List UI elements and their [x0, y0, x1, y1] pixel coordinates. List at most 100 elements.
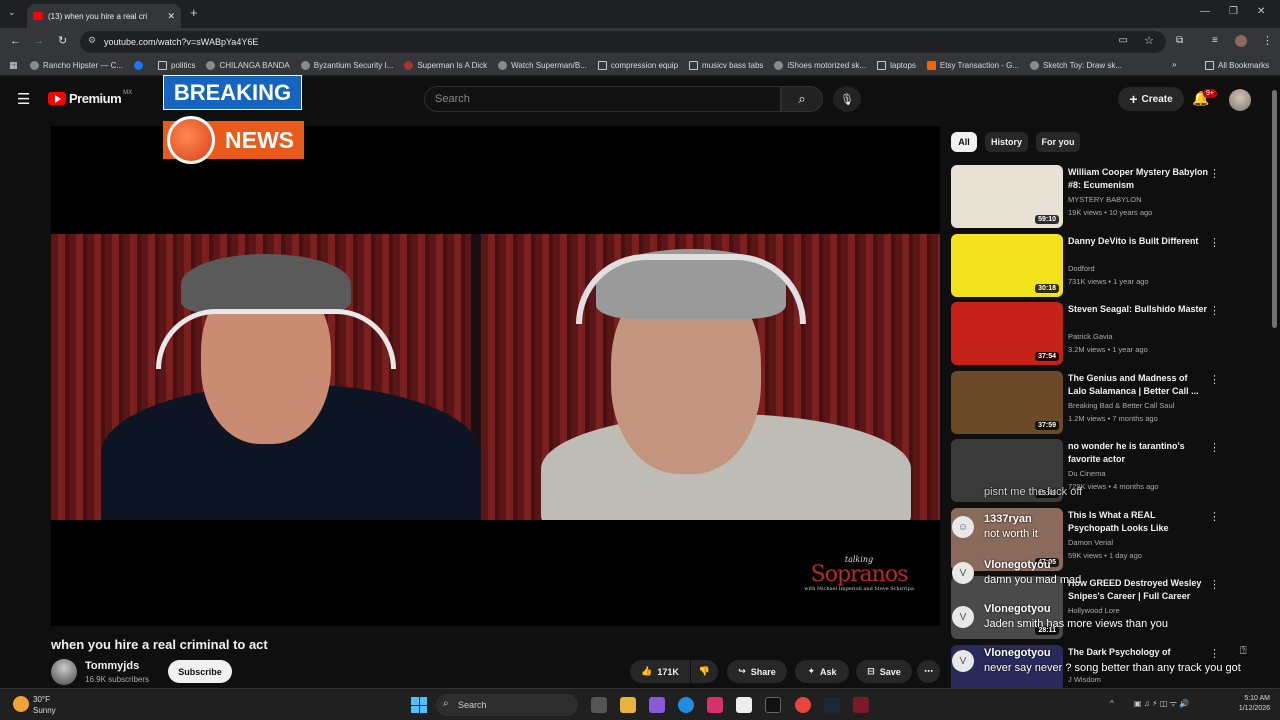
recommendation-title[interactable]: Danny DeVito is Built Different [1068, 235, 1208, 248]
page-scrollbar[interactable] [1272, 90, 1277, 328]
weather-widget[interactable]: 30°F Sunny [33, 694, 56, 716]
bookmark-item[interactable]: Superman Is A Dick [404, 61, 487, 70]
bookmark-item[interactable]: Etsy Transaction - G... [926, 61, 1019, 70]
search-input[interactable]: Search [424, 86, 781, 112]
back-icon[interactable]: ← [10, 35, 21, 47]
system-clock[interactable]: 5:10 AM 1/12/2026 [1226, 694, 1270, 714]
bookmark-item[interactable] [134, 61, 147, 70]
browser-menu-icon[interactable]: ⋮ [1262, 34, 1273, 47]
more-options-icon[interactable]: ⋮ [1209, 236, 1220, 249]
recommendation-title[interactable]: The Genius and Madness of Lalo Salamanca… [1068, 372, 1208, 398]
bookmark-item[interactable]: musicv bass tabs [689, 61, 763, 70]
recommendation-channel[interactable]: Du Cinema [1068, 469, 1106, 478]
recommendation-item[interactable]: 30:18 Danny DeVito is Built Different Dodf… [951, 233, 1264, 298]
tray-overflow-icon[interactable]: ^ [1110, 699, 1114, 708]
site-info-icon[interactable]: ⚙ [88, 35, 96, 46]
chat-avatar[interactable]: V [952, 562, 974, 584]
bookmark-item[interactable]: Watch Superman/B... [498, 61, 587, 70]
weather-sun-icon[interactable] [13, 696, 29, 712]
extensions-icon[interactable]: ⧉ [1176, 35, 1183, 46]
bookmark-item[interactable]: laptops [877, 61, 916, 70]
create-button[interactable]: + Create [1118, 87, 1184, 111]
bookmark-item[interactable]: CHILANGA BANDA [206, 61, 290, 70]
app-icon[interactable] [853, 697, 869, 713]
chat-avatar[interactable]: V [952, 650, 974, 672]
ask-button[interactable]: ✦ Ask [795, 660, 849, 683]
more-options-icon[interactable]: ⋮ [1209, 167, 1220, 180]
chat-avatar[interactable]: ☺ [952, 516, 974, 538]
bookmark-item[interactable]: Sketch Toy: Draw sk... [1030, 61, 1122, 70]
subscribe-button[interactable]: Subscribe [168, 660, 232, 683]
recommendation-item[interactable]: 37:59 The Genius and Madness of Lalo Sala… [951, 370, 1264, 435]
bookmark-item[interactable]: Byzantium Security I... [300, 61, 393, 70]
new-tab-icon[interactable]: + [190, 5, 198, 20]
edge-icon[interactable] [678, 697, 694, 713]
cast-icon[interactable]: ▭ [1119, 35, 1128, 46]
account-avatar[interactable] [1229, 89, 1251, 111]
copilot-icon[interactable] [649, 697, 665, 713]
address-bar[interactable]: ⚙ youtube.com/watch?v=sWABpYa4Y6E ▭ ☆ [80, 31, 1166, 53]
task-view-icon[interactable] [591, 697, 607, 713]
recommendation-item[interactable]: 37:54 Steven Seagal: Bullshido Master Patr… [951, 302, 1264, 366]
reload-icon[interactable]: ↻ [58, 34, 67, 47]
chat-avatar[interactable]: V [952, 606, 974, 628]
video-thumbnail[interactable]: 30:18 [951, 233, 1063, 297]
profile-icon[interactable] [1235, 35, 1247, 47]
instagram-icon[interactable] [707, 697, 723, 713]
like-button[interactable]: 👍 171K [630, 660, 690, 683]
window-close-icon[interactable]: ✕ [1257, 6, 1265, 17]
bookmark-item[interactable]: iShoes motorized sk... [774, 61, 866, 70]
chat-feedback-icon[interactable]: ⍰ [1240, 645, 1247, 658]
recommendation-channel[interactable]: Dodford [1068, 264, 1095, 273]
search-button[interactable]: ⌕ [781, 86, 823, 112]
restore-icon[interactable]: ❐ [1229, 6, 1238, 17]
apps-icon[interactable]: ▦ [9, 60, 18, 71]
tab-close-icon[interactable]: ✕ [167, 11, 175, 22]
recommendation-title[interactable]: William Cooper Mystery Babylon #8: Ecume… [1068, 166, 1208, 192]
recommendation-title[interactable]: Steven Seagal: Bullshido Master [1068, 303, 1208, 316]
recommendation-title[interactable]: no wonder he is tarantino's favorite act… [1068, 440, 1208, 466]
recommendation-channel[interactable]: Breaking Bad & Better Call Saul [1068, 401, 1174, 410]
video-player[interactable] [51, 126, 940, 626]
share-button[interactable]: ↪ Share [727, 660, 787, 683]
file-explorer-icon[interactable] [620, 697, 636, 713]
recommendation-channel[interactable]: MYSTERY BABYLON [1068, 195, 1142, 204]
steam-icon[interactable] [824, 697, 840, 713]
chip-all[interactable]: All [951, 132, 977, 152]
more-options-icon[interactable]: ⋮ [1209, 373, 1220, 386]
recommendation-channel[interactable]: Patrick Gavia [1068, 332, 1113, 341]
bookmark-item[interactable]: compression equip [597, 61, 678, 70]
all-bookmarks[interactable]: All Bookmarks [1205, 61, 1269, 70]
more-bookmarks-icon[interactable]: » [1172, 60, 1176, 69]
reading-list-icon[interactable]: ≡ [1212, 35, 1218, 46]
amazon-icon[interactable] [736, 697, 752, 713]
channel-avatar[interactable] [51, 659, 77, 685]
more-actions-button[interactable]: ⋯ [917, 660, 940, 683]
bookmark-item[interactable]: politics [158, 61, 195, 70]
chrome-icon[interactable] [795, 697, 811, 713]
video-thumbnail[interactable]: 37:54 [951, 302, 1063, 365]
browser-tab[interactable]: (13) when you hire a real cri ✕ [27, 4, 181, 28]
recommendation-item[interactable]: 59:10 William Cooper Mystery Babylon #8: … [951, 165, 1264, 229]
forward-icon[interactable]: → [33, 35, 44, 47]
voice-search-button[interactable]: 🎙 [833, 86, 861, 112]
x-icon[interactable] [765, 697, 781, 713]
tray-apps-icon[interactable]: ▣ ♫ ⚡ ◫ ᯤ 🔊 [1134, 698, 1189, 709]
minimize-icon[interactable]: — [1200, 6, 1210, 17]
windows-start-icon[interactable] [411, 697, 427, 713]
more-options-icon[interactable]: ⋮ [1209, 441, 1220, 454]
video-thumbnail[interactable]: 37:59 [951, 370, 1063, 434]
dislike-button[interactable]: 👎 [691, 660, 718, 683]
video-thumbnail[interactable]: 59:10 [951, 165, 1063, 228]
more-options-icon[interactable]: ⋮ [1209, 304, 1220, 317]
hamburger-menu-icon[interactable]: ☰ [17, 90, 30, 108]
chip-history[interactable]: History [985, 132, 1028, 152]
taskbar-search[interactable]: ⌕ Search [436, 694, 578, 716]
save-button[interactable]: ⊟ Save [856, 660, 912, 683]
youtube-logo[interactable]: Premium MX [48, 90, 132, 106]
tab-search-icon[interactable]: ⌄ [8, 7, 16, 18]
channel-name[interactable]: Tommyjds [85, 660, 139, 672]
chip-for-you[interactable]: For you [1036, 132, 1080, 152]
bookmark-star-icon[interactable]: ☆ [1144, 34, 1154, 47]
bookmark-item[interactable]: Rancho Hipster — C... [30, 61, 123, 70]
